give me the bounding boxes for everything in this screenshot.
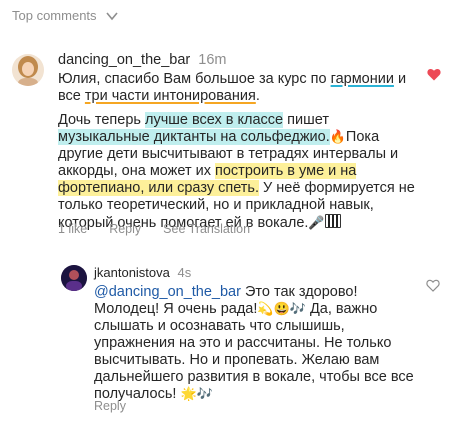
reply-action-bar: Reply [94,399,126,413]
reply-timestamp: 4s [177,265,192,280]
mention-link[interactable]: @dancing_on_the_bar [94,284,241,300]
avatar[interactable] [12,54,44,86]
emoji-group: 💫😃🎶 [257,301,306,316]
microphone-emoji: 🎤 [308,215,325,230]
chevron-down-icon [105,11,118,20]
sort-label: Top comments [12,8,97,23]
avatar-image [61,265,87,291]
reply-text-line: высчитывать. Но и пропевать. Желаю вам [94,352,380,368]
fire-emoji: 🔥 [329,129,346,144]
see-translation-button[interactable]: See Translation [163,222,250,236]
comment-text-line: Дочь теперь лучше всех в классе пишет [58,112,329,128]
comments-sort-dropdown[interactable]: Top comments [12,8,119,23]
avatar-image [12,54,44,86]
comment-text-line: другие дети высчитывают в тетрадях интер… [58,146,399,162]
reply-text-line: @dancing_on_the_bar Это так здорово! [94,284,358,300]
comment-text-line: Юлия, спасибо Вам большое за курс по гар… [58,71,407,87]
reply-button[interactable]: Reply [109,222,141,236]
comment-text-line: все три части интонирования. [58,88,260,104]
reply-text-line: упражнения на это и рассчитаны. Не тольк… [94,335,392,351]
reply-username[interactable]: jkantonistova [94,265,170,280]
comment-timestamp: 16m [198,52,227,68]
reply-text-line: Молодец! Я очень рада!💫😃🎶 Да, важно [94,301,378,317]
reply-text-line: дальнейшего развития в вокале, чтобы все… [94,369,414,385]
like-count[interactable]: 1 like [58,222,87,236]
comment-text-line: аккорды, она может их построить в уме и … [58,163,357,179]
comment-text-line: фортепиано, или сразу спеть. У неё форми… [58,180,415,196]
comment-action-bar: 1 like Reply See Translation [58,222,250,236]
comment-text-line: только теоретический, но и прикладной на… [58,197,374,213]
comment-text-line: музыкальные диктанты на сольфеджио.🔥Пока [58,129,380,145]
reply-text-line: слышать и осознавать что слышишь, [94,318,345,334]
reply-button[interactable]: Reply [94,399,126,413]
heart-icon[interactable] [427,68,441,81]
comment-username[interactable]: dancing_on_the_bar [58,52,190,68]
heart-outline-icon[interactable] [426,279,440,292]
avatar[interactable] [61,265,87,291]
emoji-group: 🌟🎶 [180,386,213,401]
piano-icon [324,214,341,228]
